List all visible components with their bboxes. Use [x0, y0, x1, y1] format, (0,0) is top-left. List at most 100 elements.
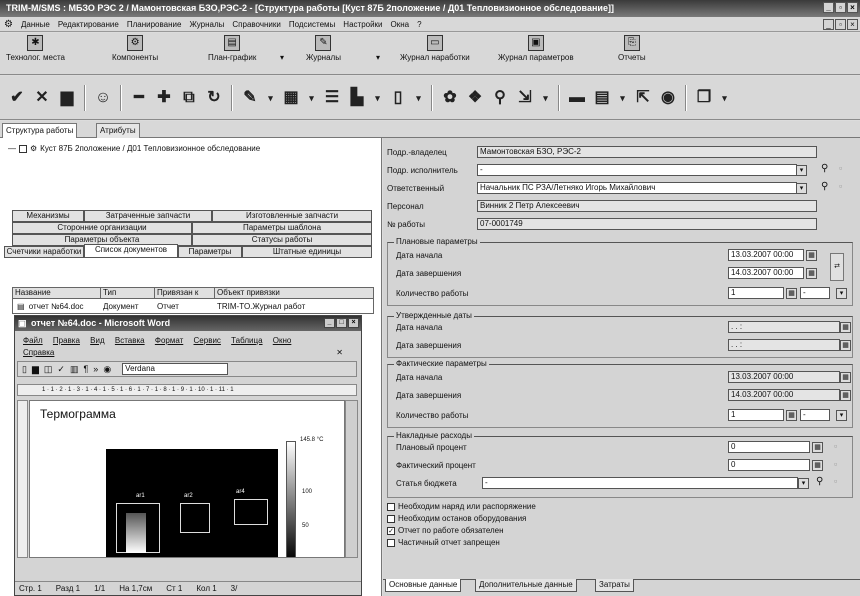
horizontal-ruler[interactable]: 1 · 1 · 2 · 1 · 3 · 1 · 4 · 1 · 5 · 1 · …	[17, 384, 357, 396]
calendar-icon[interactable]: ▦	[840, 322, 851, 333]
params-journal-button[interactable]: ▣ Журнал параметров	[498, 35, 574, 62]
minimize-button[interactable]: _	[823, 2, 834, 13]
tab-external-orgs[interactable]: Сторонние организации	[12, 222, 192, 234]
menu-windows[interactable]: Окна	[391, 20, 410, 29]
tab-mechanisms[interactable]: Механизмы	[12, 210, 84, 222]
vertical-scrollbar[interactable]	[345, 400, 358, 558]
table-row[interactable]: ▤ отчет №64.doc Документ Отчет TRIM-TO.Ж…	[13, 299, 373, 313]
vertical-ruler[interactable]	[17, 400, 28, 558]
menu-journals[interactable]: Журналы	[189, 20, 224, 29]
list-icon[interactable]: ☰	[321, 87, 343, 109]
approved-start-field[interactable]: . . :	[728, 321, 840, 333]
budget-item-dropdown[interactable]: ▾	[798, 478, 809, 489]
column-header-name[interactable]: Название	[13, 288, 101, 298]
tree-item[interactable]: — ⚙ Куст 87Б 2положение / Д01 Тепловизио…	[8, 144, 260, 153]
actual-end-field[interactable]: 14.03.2007 00:00	[728, 389, 840, 401]
calculator-icon[interactable]: ▦	[786, 410, 797, 421]
fact-percent-field[interactable]: 0	[728, 459, 810, 471]
planned-unit-field[interactable]: -	[800, 287, 830, 299]
menu-edit[interactable]: Редактирование	[58, 20, 119, 29]
word-menu-file[interactable]: Файл	[23, 336, 43, 345]
tab-work-statuses[interactable]: Статусы работы	[192, 234, 372, 246]
column-header-linked-to[interactable]: Привязан к	[155, 288, 215, 298]
menu-subsystems[interactable]: Подсистемы	[289, 20, 335, 29]
actual-unit-field[interactable]: -	[800, 409, 830, 421]
more-buttons-icon[interactable]: »	[93, 364, 98, 374]
copy-icon[interactable]: ⧉	[178, 87, 200, 109]
tab-runtime-counters[interactable]: Счетчики наработки	[4, 246, 84, 258]
work-number-field[interactable]: 07-0001749	[477, 218, 817, 230]
preview-dropdown[interactable]: ▾	[616, 87, 629, 109]
save-icon[interactable]: ▆	[56, 87, 78, 109]
planned-end-field[interactable]: 14.03.2007 00:00	[728, 267, 804, 279]
budget-clear-icon[interactable]: ▫	[834, 476, 837, 486]
cancel-icon[interactable]: ✕	[31, 87, 53, 109]
mdi-close-button[interactable]: ×	[847, 19, 858, 30]
actual-qty-field[interactable]: 1	[728, 409, 784, 421]
chart-icon[interactable]: ▙	[346, 87, 368, 109]
calculator-icon[interactable]: ▦	[786, 288, 797, 299]
view-icon[interactable]: ▦	[280, 87, 302, 109]
tree-checkbox[interactable]	[19, 144, 27, 153]
menu-settings[interactable]: Настройки	[343, 20, 382, 29]
document-page[interactable]: Термограмма ar1 ar2 ar4 145.8 °C 100 50	[29, 400, 345, 558]
users-icon[interactable]: ☺	[92, 87, 114, 109]
link-icon[interactable]: ⚲	[489, 87, 511, 109]
planned-start-field[interactable]: 13.03.2007 00:00	[728, 249, 804, 261]
tab-costs[interactable]: Затраты	[595, 579, 634, 592]
edit-dropdown[interactable]: ▾	[264, 87, 277, 109]
window-icon[interactable]: ❐	[693, 87, 715, 109]
word-menu-help[interactable]: Справка	[23, 348, 54, 357]
tab-parameters[interactable]: Параметры	[178, 246, 242, 258]
journals-button[interactable]: ✎ Журналы	[306, 35, 341, 62]
calendar-icon[interactable]: ▦	[806, 250, 817, 261]
checkbox-partial-report-forbidden[interactable]: Частичный отчет запрещен	[387, 538, 500, 547]
actual-start-field[interactable]: 13.03.2007 00:00	[728, 371, 840, 383]
new-doc-icon[interactable]: ▯	[22, 364, 27, 375]
word-maximize-button[interactable]: □	[336, 318, 347, 328]
check-icon[interactable]: ✔	[6, 87, 28, 109]
checkbox-shutdown-required[interactable]: Необходим останов оборудования	[387, 514, 526, 523]
word-menu-insert[interactable]: Вставка	[115, 336, 145, 345]
menu-help[interactable]: ?	[417, 20, 421, 29]
chart-dropdown[interactable]: ▾	[371, 87, 384, 109]
plan-schedule-button[interactable]: ▤ План-график	[208, 35, 256, 62]
executor-lookup-icon[interactable]: ⚲	[821, 163, 828, 174]
tech-places-button[interactable]: ✱ Технолог. места	[6, 35, 65, 62]
mdi-minimize-button[interactable]: _	[823, 19, 834, 30]
tab-main-data[interactable]: Основные данные	[385, 579, 462, 592]
column-header-object[interactable]: Объект привязки	[215, 288, 373, 298]
column-header-type[interactable]: Тип	[101, 288, 155, 298]
word-close-button[interactable]: ×	[348, 318, 359, 328]
budget-item-field[interactable]: -	[482, 477, 798, 489]
budget-lookup-icon[interactable]: ⚲	[816, 476, 823, 487]
planned-unit-dropdown[interactable]: ▾	[836, 288, 847, 299]
word-menu-view[interactable]: Вид	[90, 336, 104, 345]
help-icon[interactable]: ◉	[103, 364, 111, 375]
columns-icon[interactable]: ▥	[70, 364, 79, 375]
tab-template-params[interactable]: Параметры шаблона	[192, 222, 372, 234]
word-menu-format[interactable]: Формат	[155, 336, 183, 345]
camera-icon[interactable]: ◉	[657, 87, 679, 109]
runtime-journal-button[interactable]: ▭ Журнал наработки	[400, 35, 470, 62]
responsible-dropdown[interactable]: ▾	[796, 183, 807, 194]
document-dropdown[interactable]: ▾	[412, 87, 425, 109]
checkbox-box[interactable]: ✓	[387, 526, 395, 535]
components-button[interactable]: ⚙ Компоненты	[112, 35, 158, 62]
planned-qty-field[interactable]: 1	[728, 287, 784, 299]
checkbox-box[interactable]	[387, 514, 395, 523]
tab-staff-units[interactable]: Штатные единицы	[242, 246, 372, 258]
fact-percent-clear-icon[interactable]: ▫	[834, 459, 837, 469]
plan-percent-field[interactable]: 0	[728, 441, 810, 453]
calendar-icon[interactable]: ▦	[806, 268, 817, 279]
tab-additional-data[interactable]: Дополнительные данные	[475, 579, 577, 592]
checkbox-box[interactable]	[387, 538, 395, 547]
tab-spent-parts[interactable]: Затраченные запчасти	[84, 210, 212, 222]
view-dropdown[interactable]: ▾	[305, 87, 318, 109]
word-doc-close-icon[interactable]: ✕	[336, 347, 343, 359]
personnel-field[interactable]: Винник 2 Петр Алексеевич	[477, 200, 817, 212]
checkbox-box[interactable]	[387, 502, 395, 511]
checkbox-work-order-required[interactable]: Необходим наряд или распоряжение	[387, 502, 536, 511]
refresh-icon[interactable]: ↻	[203, 87, 225, 109]
executor-clear-icon[interactable]: ▫	[839, 163, 842, 173]
